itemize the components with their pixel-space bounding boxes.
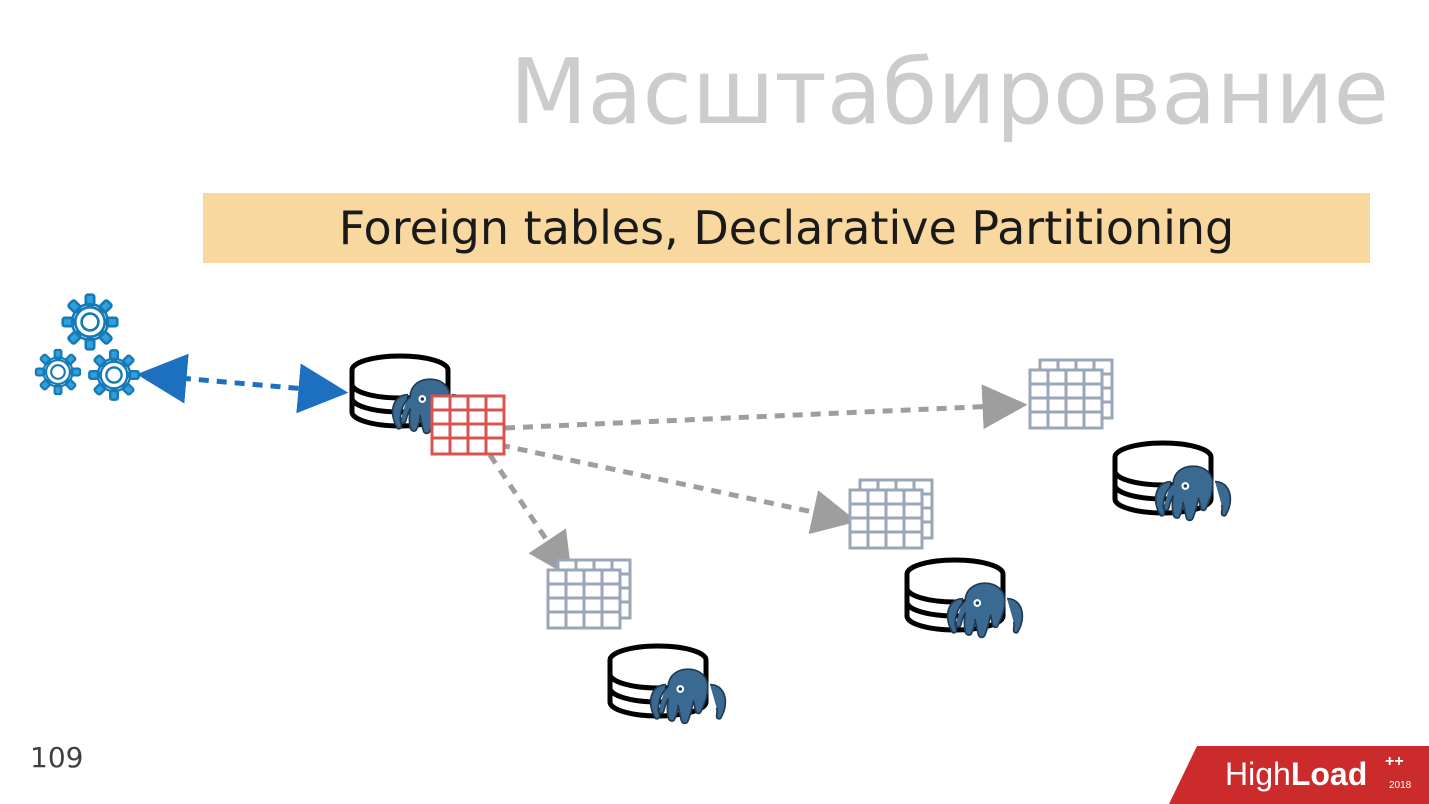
foreign-table-icon [432, 396, 504, 454]
shard2-table-icon [850, 480, 932, 548]
edge-master-shard2 [500, 445, 850, 520]
edge-app-master [145, 375, 340, 392]
slide-stage: Масштабирование Foreign tables, Declarat… [0, 0, 1429, 804]
svg-text:HighLoad: HighLoad [1225, 756, 1367, 792]
highload-logo: HighLoad ++ 2018 [1169, 740, 1429, 804]
page-number: 109 [30, 741, 83, 774]
edge-master-shard3 [505, 405, 1020, 428]
logo-year: 2018 [1389, 780, 1412, 791]
shard3-table-icon [1030, 360, 1112, 428]
shard1-table-icon [548, 560, 630, 628]
shard1-db-icon [610, 646, 725, 723]
shard2-db-icon [907, 560, 1022, 637]
logo-part-b: Load [1291, 756, 1367, 792]
shard3-db-icon [1115, 443, 1230, 520]
app-gears-icon [27, 283, 149, 410]
edge-master-shard1 [490, 455, 568, 572]
logo-suffix: ++ [1385, 753, 1404, 770]
architecture-diagram [0, 0, 1429, 804]
logo-part-a: High [1225, 756, 1291, 792]
